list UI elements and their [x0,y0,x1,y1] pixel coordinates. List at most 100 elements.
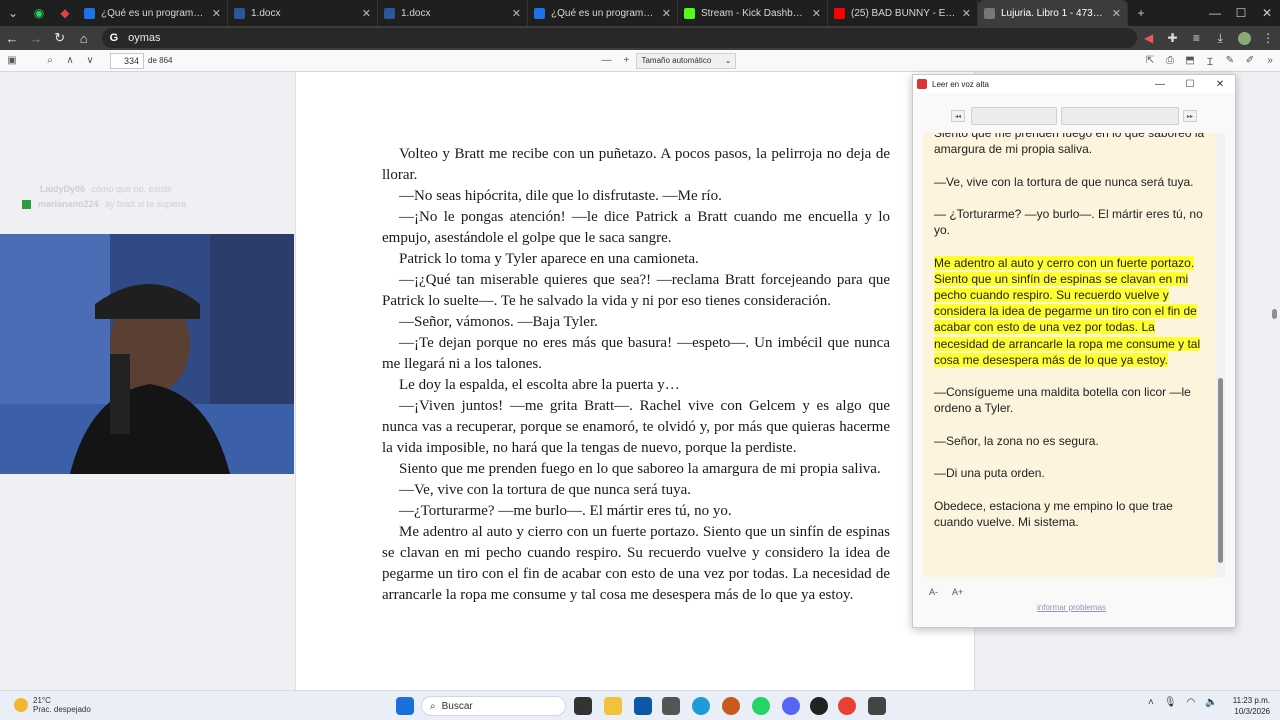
minimize-icon[interactable]: — [1145,79,1175,90]
browser-tab[interactable]: ¿Qué es un programa de pr... ✕ [78,0,228,26]
page-paragraph: Patrick lo toma y Tyler aparece en una c… [399,251,699,267]
tab-favicon-icon [384,7,395,19]
pinned-tab-icon[interactable]: ◆ [52,0,78,26]
task-view-icon[interactable] [574,697,592,715]
close-icon[interactable]: ✕ [1205,79,1235,90]
read-aloud-scrollbar[interactable] [1215,133,1225,577]
chrome-icon[interactable] [838,697,856,715]
new-tab-button[interactable]: + [1128,0,1154,26]
zoom-out-button[interactable]: — [596,51,616,71]
app-icon[interactable] [868,697,886,715]
zoom-select[interactable]: Tamaño automático ⌄ [636,52,737,69]
browser-tab[interactable]: Stream - Kick Dashboard ✕ [678,0,828,26]
avatar[interactable] [1232,26,1256,50]
find-icon[interactable]: ⌕ [40,51,60,71]
tab-search-icon[interactable]: ⌄ [0,0,26,26]
browser-tab[interactable]: Lujuria. Libro 1 - 4735ff84-a... ✕ [978,0,1128,26]
browser-tab[interactable]: ¿Qué es un programa de pr... ✕ [528,0,678,26]
chat-message: LaidyDy06 cómo que no, existir [40,184,173,194]
weather-widget[interactable]: 21°C Prac. despejado [14,696,91,714]
pdf-scrollbar[interactable] [1272,309,1277,319]
open-external-icon[interactable]: ⇱ [1140,51,1160,71]
close-tab-icon[interactable]: ✕ [212,7,221,20]
back-icon[interactable]: ← [0,26,24,50]
print-icon[interactable]: ⎙ [1160,51,1180,71]
mic-icon[interactable]: 🎙 [1164,697,1177,708]
chevron-up-icon[interactable]: ˄ [1148,697,1154,708]
discord-icon[interactable] [782,697,800,715]
clock[interactable]: 11:23 p.m. 10/3/2026 [1222,695,1270,717]
wifi-icon[interactable]: ◠ [1187,697,1196,708]
volume-icon[interactable]: 🔈 [1205,697,1217,708]
close-tab-icon[interactable]: ✕ [1112,7,1121,20]
read-aloud-paragraph-text: —Di una puta orden. [934,466,1045,481]
taskbar-search[interactable]: ⌕ Buscar [421,696,566,716]
kebab-menu-icon[interactable]: ⋮ [1256,26,1280,50]
browser-tab[interactable]: 1.docx ✕ [378,0,528,26]
save-icon[interactable]: ⬒ [1180,51,1200,71]
rewind-icon[interactable]: ◂◂ [951,110,965,122]
app-icon[interactable] [810,697,828,715]
next-page-icon[interactable]: ∨ [80,51,100,71]
page-paragraph: —Ve, vive con la tortura de que nunca se… [399,482,691,498]
scroll-thumb[interactable] [1218,378,1223,563]
zoom-in-button[interactable]: + [616,51,636,71]
home-icon[interactable]: ⌂ [72,26,96,50]
app-icon[interactable] [722,697,740,715]
edit-icon[interactable]: ✐ [1240,51,1260,71]
draw-icon[interactable]: ✎ [1220,51,1240,71]
address-bar[interactable]: G oymas [101,28,1137,48]
reload-icon[interactable]: ↻ [48,26,72,50]
read-aloud-titlebar: Leer en voz alta — ☐ ✕ [913,75,1235,93]
read-aloud-text-panel[interactable]: Siento que me prenden fuego en lo que sa… [923,133,1215,577]
play-button[interactable] [971,107,1057,125]
page-paragraph: —No seas hipócrita, dile que lo disfruta… [399,188,722,204]
read-aloud-paragraph-text: —Señor, la zona no es segura. [934,433,1099,448]
pdf-page: Volteo y Bratt me recibe con un puñetazo… [295,72,975,690]
puzzle-icon[interactable]: ✚ [1161,26,1185,50]
whatsapp-icon[interactable] [752,697,770,715]
sidebar-toggle-icon[interactable]: ▣ [2,51,22,71]
browser-tab[interactable]: (25) BAD BUNNY - EL CLÚB |... ✕ [828,0,978,26]
text-cursor-icon[interactable]: Ɪ [1200,51,1220,71]
close-tab-icon[interactable]: ✕ [812,7,821,20]
file-explorer-icon[interactable] [604,697,622,715]
report-problems-link[interactable]: informar problemas [1037,603,1106,612]
clock-time: 11:23 p.m. [1232,696,1270,705]
download-icon[interactable]: ⤓ [1208,26,1232,50]
maximize-icon[interactable]: ☐ [1175,79,1205,90]
font-smaller-button[interactable]: A- [929,587,938,597]
page-paragraph: —¡Te dejan porque no eres más que basura… [382,335,890,372]
page-paragraph: Volteo y Bratt me recibe con un puñetazo… [382,146,890,183]
google-icon: G [109,32,119,44]
close-tab-icon[interactable]: ✕ [362,7,371,20]
pdf-toolbar: ▣ ⌕ ∧ ∨ 334 de 864 — + Tamaño automático… [0,50,1280,72]
font-larger-button[interactable]: A+ [952,587,963,597]
maximize-icon[interactable]: ☐ [1228,0,1254,26]
browser-tab[interactable]: 1.docx ✕ [228,0,378,26]
read-aloud-paragraph-text: —Ve, vive con la tortura de que nunca se… [934,174,1194,189]
tab-title: 1.docx [251,7,281,19]
edge-icon[interactable] [692,697,710,715]
minimize-icon[interactable]: — [1202,0,1228,26]
whatsapp-icon[interactable]: ◉ [26,0,52,26]
stop-button[interactable] [1061,107,1179,125]
zoom-label: Tamaño automático [641,56,712,65]
page-paragraph: Le doy la espalda, el escolta abre la pu… [399,377,680,393]
more-tools-icon[interactable]: » [1260,51,1280,71]
close-tab-icon[interactable]: ✕ [512,7,521,20]
tab-title: 1.docx [401,7,431,19]
start-icon[interactable] [396,697,414,715]
menu-lines-icon[interactable]: ≡ [1184,26,1208,50]
close-tab-icon[interactable]: ✕ [962,7,971,20]
prev-page-icon[interactable]: ∧ [60,51,80,71]
page-number-input[interactable]: 334 [110,52,144,69]
forward-icon[interactable]: → [24,26,48,50]
extension-icon[interactable]: ◀ [1137,26,1161,50]
close-window-icon[interactable]: ✕ [1254,0,1280,26]
close-tab-icon[interactable]: ✕ [662,7,671,20]
app-icon[interactable] [662,697,680,715]
forward-icon[interactable]: ▸▸ [1183,110,1197,122]
store-icon[interactable] [634,697,652,715]
chevron-down-icon: ⌄ [724,56,732,65]
